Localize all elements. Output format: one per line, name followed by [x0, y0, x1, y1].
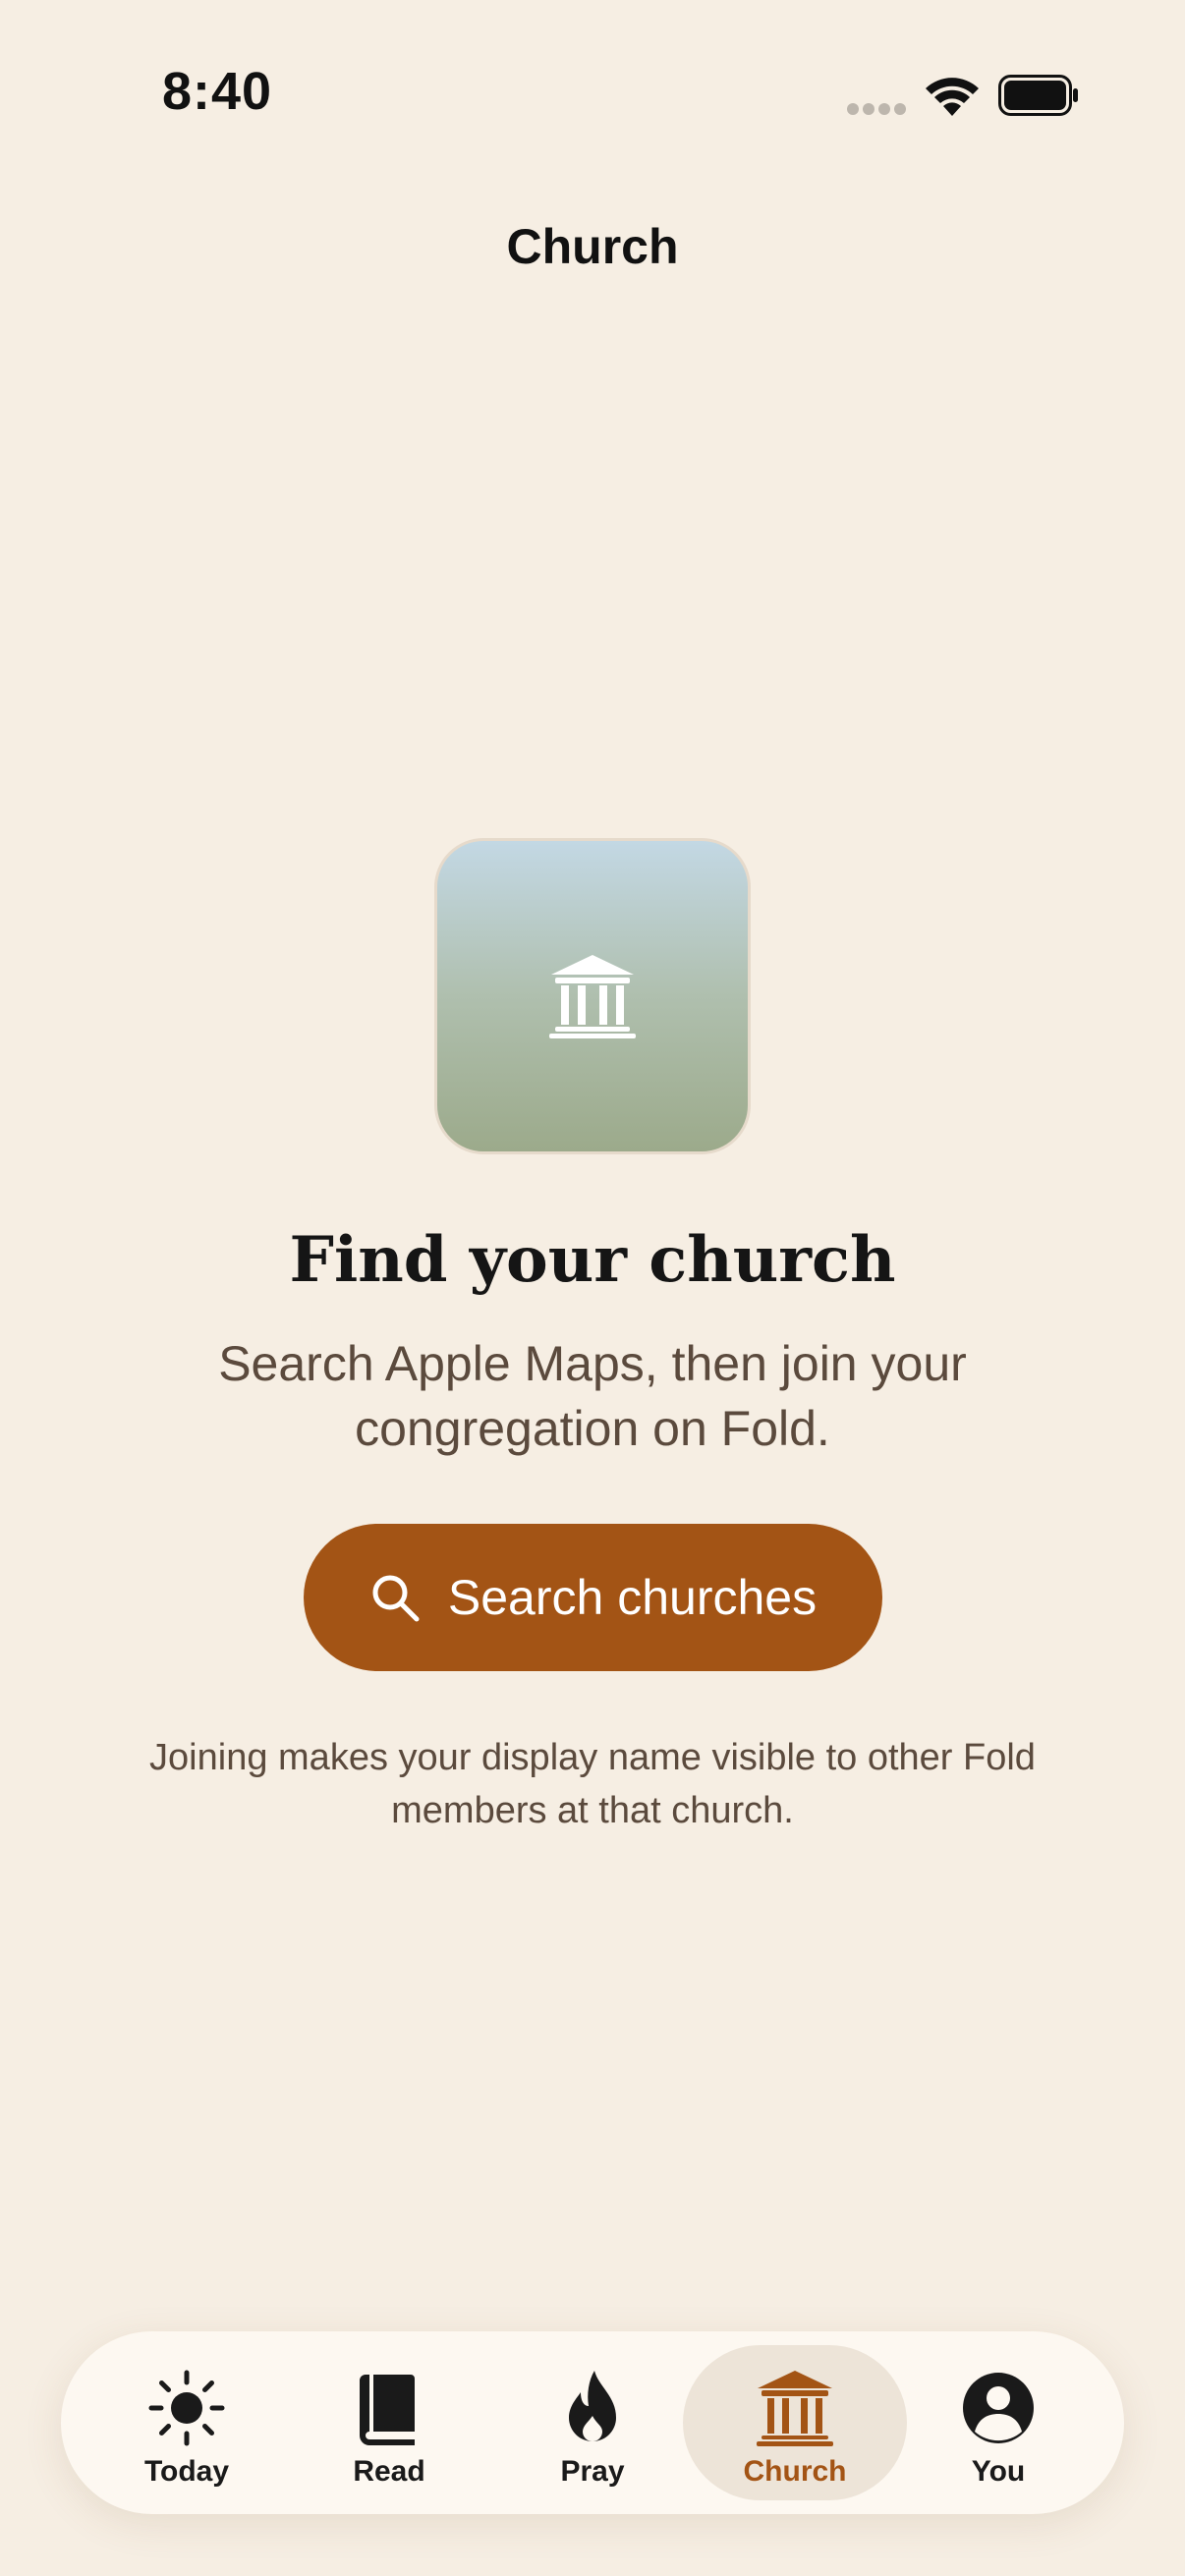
- tab-church[interactable]: Church: [683, 2345, 907, 2500]
- search-icon: [372, 1575, 420, 1622]
- battery-icon: [998, 75, 1078, 116]
- status-bar: 8:40: [0, 0, 1185, 187]
- wifi-icon: [926, 78, 979, 116]
- status-time: 8:40: [162, 62, 273, 121]
- tab-label: You: [971, 2455, 1026, 2488]
- tab-label: Today: [143, 2455, 230, 2488]
- search-churches-button[interactable]: Search churches: [304, 1524, 882, 1671]
- sun-icon: [148, 2370, 225, 2446]
- tab-pray[interactable]: Pray: [480, 2345, 705, 2500]
- book-icon: [360, 2375, 415, 2445]
- hero-subtext: Search Apple Maps, then join your congre…: [218, 1336, 967, 1456]
- tab-read[interactable]: Read: [277, 2345, 501, 2500]
- tab-you[interactable]: You: [886, 2345, 1110, 2500]
- tab-label: Read: [353, 2455, 425, 2488]
- page-title: Church: [506, 219, 679, 274]
- tab-label: Church: [743, 2455, 847, 2488]
- search-churches-label: Search churches: [447, 1570, 818, 1625]
- tab-label: Pray: [560, 2455, 625, 2488]
- flame-icon: [569, 2371, 616, 2441]
- headline: Find your church: [289, 1223, 896, 1297]
- church-building-icon: [757, 2371, 833, 2446]
- cellular-signal-icon: [847, 103, 906, 115]
- tab-today[interactable]: Today: [75, 2345, 299, 2500]
- church-screen: 8:40 Church Find your church Search Appl…: [0, 0, 1185, 2576]
- person-icon: [963, 2373, 1034, 2443]
- church-building-icon: [549, 955, 636, 1038]
- privacy-footnote: Joining makes your display name visible …: [149, 1737, 1036, 1831]
- hero-icon-tile: [434, 838, 751, 1154]
- tab-bar: Today Read Pray Church You: [61, 2331, 1124, 2514]
